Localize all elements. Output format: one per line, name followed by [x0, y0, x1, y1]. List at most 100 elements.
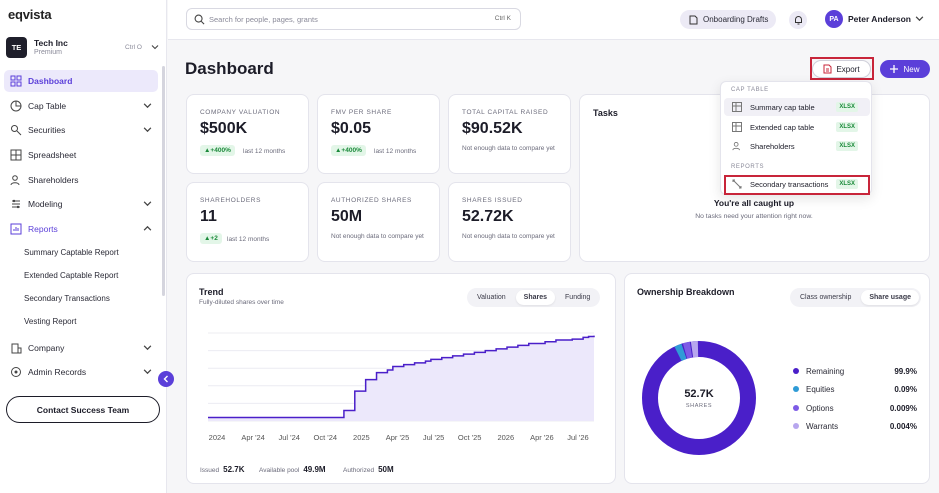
legend-pct: 0.09% [894, 384, 917, 394]
eqvista-logo[interactable]: eqvista [8, 7, 52, 22]
sidebar-item-admin-records[interactable]: Admin Records [4, 361, 158, 383]
footer-available-pool: Available pool 49.9M [259, 465, 326, 474]
stat-value: 50M [331, 208, 363, 225]
footer-value: 49.9M [303, 465, 326, 474]
sidebar-subitem-secondary-transactions[interactable]: Secondary Transactions [24, 294, 110, 303]
menu-item-summary-cap-table[interactable]: Summary cap table XLSX [724, 98, 870, 116]
donut-segment-options [682, 341, 693, 359]
format-badge: XLSX [836, 122, 858, 132]
menu-item-shareholders[interactable]: Shareholders XLSX [724, 137, 870, 155]
company-shortcut: Ctrl O [125, 44, 142, 51]
footer-issued: Issued 52.7K [200, 465, 245, 474]
x-tick-label: 2026 [497, 433, 514, 442]
onboarding-drafts-button[interactable]: Onboarding Drafts [680, 10, 776, 29]
footer-label: Available pool [259, 467, 300, 474]
table-icon [732, 122, 742, 132]
company-switcher[interactable]: TE Tech Inc Premium Ctrl O [6, 36, 162, 60]
trend-area [208, 335, 594, 421]
stat-card-shares-issued: SHARES ISSUED 52.72K Not enough data to … [448, 182, 571, 262]
spreadsheet-icon [10, 149, 22, 161]
x-tick-label: Oct '25 [458, 433, 482, 442]
stat-label: TOTAL CAPITAL RAISED [462, 109, 549, 116]
sidebar-item-dashboard[interactable]: Dashboard [4, 70, 158, 92]
collapse-sidebar-button[interactable] [158, 371, 174, 387]
user-name[interactable]: Peter Anderson [848, 14, 911, 24]
trend-subtitle: Fully-diluted shares over time [199, 299, 284, 306]
ownership-donut: 52.7K SHARES [642, 341, 756, 455]
modeling-icon [12, 199, 20, 209]
notifications-button[interactable] [789, 11, 807, 29]
sidebar-item-label: Securities [28, 125, 66, 135]
stat-label: SHARES ISSUED [462, 197, 523, 204]
page-title: Dashboard [185, 59, 274, 78]
stat-value: 11 [200, 208, 217, 225]
legend-dot [793, 405, 799, 411]
stat-badge: ▲+400% [331, 145, 366, 156]
x-tick-label: Apr '26 [530, 433, 554, 442]
menu-group-label: REPORTS [731, 164, 765, 170]
reports-icon [10, 223, 22, 235]
chevron-down-icon[interactable] [915, 14, 924, 23]
sidebar-item-modeling[interactable]: Modeling [4, 193, 158, 215]
search-input[interactable]: Search for people, pages, grants Ctrl K [186, 8, 521, 30]
footer-value: 50M [378, 465, 394, 474]
sidebar: eqvista TE Tech Inc Premium Ctrl O Dashb… [0, 0, 167, 493]
sidebar-item-label: Cap Table [28, 101, 67, 111]
x-tick-label: Jul '24 [278, 433, 299, 442]
sidebar-subitem-extended-captable-report[interactable]: Extended Captable Report [24, 271, 118, 280]
tasks-empty-title: You're all caught up [713, 198, 795, 208]
sidebar-subitem-summary-captable-report[interactable]: Summary Captable Report [24, 248, 119, 257]
menu-item-label: Extended cap table [750, 122, 815, 132]
topbar: Search for people, pages, grants Ctrl K … [168, 0, 939, 40]
stat-value: $0.05 [331, 120, 372, 137]
stat-label: AUTHORIZED SHARES [331, 197, 412, 204]
x-tick-label: 2024 [209, 433, 226, 442]
highlight-box [724, 175, 870, 195]
legend-dot [793, 368, 799, 374]
highlight-box [810, 57, 874, 80]
tab-funding[interactable]: Funding [557, 290, 598, 305]
chevron-down-icon [143, 345, 152, 351]
legend-pct: 0.004% [889, 421, 917, 431]
securities-icon [11, 125, 22, 136]
stat-label: FMV PER SHARE [331, 109, 392, 116]
new-button[interactable]: New [880, 60, 930, 78]
plus-icon [890, 65, 899, 73]
sidebar-item-label: Reports [28, 224, 58, 234]
sidebar-item-reports[interactable]: Reports [4, 218, 158, 240]
stat-note: last 12 months [374, 148, 417, 155]
chevron-down-icon [143, 103, 152, 109]
chevron-left-icon [163, 375, 168, 383]
sidebar-item-shareholders[interactable]: Shareholders [4, 169, 158, 191]
tab-class-ownership[interactable]: Class ownership [792, 290, 859, 305]
tab-shares[interactable]: Shares [515, 290, 556, 305]
legend-pct: 99.9% [894, 366, 917, 376]
stat-note: last 12 months [243, 148, 286, 155]
company-icon [11, 343, 22, 354]
table-icon [732, 102, 742, 112]
legend-pct: 0.009% [889, 403, 917, 413]
sidebar-item-securities[interactable]: Securities [4, 119, 158, 141]
sidebar-item-spreadsheet[interactable]: Spreadsheet [4, 144, 158, 166]
tasks-title: Tasks [593, 108, 618, 118]
legend-name: Equities [806, 384, 835, 394]
x-tick-label: Jul '25 [423, 433, 444, 442]
sidebar-scrollbar[interactable] [162, 66, 165, 296]
sidebar-item-cap-table[interactable]: Cap Table [4, 95, 158, 117]
tab-valuation[interactable]: Valuation [469, 290, 514, 305]
stat-card-company-valuation: COMPANY VALUATION $500K ▲+400% last 12 m… [186, 94, 309, 174]
legend-item-equities: Equities 0.09% [793, 383, 917, 395]
sidebar-subitem-vesting-report[interactable]: Vesting Report [24, 317, 76, 326]
stat-label: SHAREHOLDERS [200, 197, 262, 204]
contact-success-team-button[interactable]: Contact Success Team [6, 396, 160, 423]
menu-item-extended-cap-table[interactable]: Extended cap table XLSX [724, 118, 870, 136]
pie-chart-icon [10, 100, 22, 112]
trend-tabs: Valuation Shares Funding [467, 288, 601, 307]
tab-share-usage[interactable]: Share usage [861, 290, 919, 305]
sidebar-item-company[interactable]: Company [4, 337, 158, 359]
user-avatar[interactable]: PA [825, 10, 843, 28]
stat-label: COMPANY VALUATION [200, 109, 281, 116]
company-avatar: TE [6, 37, 27, 58]
sidebar-item-label: Dashboard [28, 76, 73, 86]
donut-segment-warrants [690, 341, 699, 358]
